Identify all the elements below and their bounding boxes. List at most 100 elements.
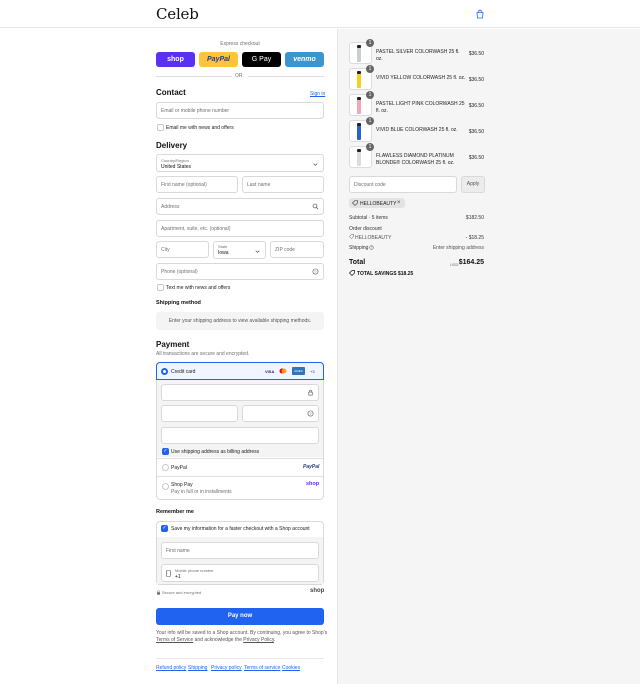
card-number-field[interactable]: [161, 384, 319, 401]
shop-first-name-field[interactable]: First name: [161, 542, 319, 559]
city-field[interactable]: City: [156, 241, 209, 258]
shop-pay-radio[interactable]: [162, 483, 169, 490]
shop-pay-button[interactable]: shop: [156, 52, 195, 67]
terms-of-service-footer-link[interactable]: Terms of service: [244, 665, 280, 671]
paypal-option-label[interactable]: PayPal: [171, 465, 187, 471]
zip-field[interactable]: ZIP code: [270, 241, 324, 258]
discount-value: - $18.25: [465, 235, 484, 241]
shop-pay-logo: shop: [167, 56, 184, 63]
mobile-value: +1: [175, 574, 181, 580]
help-icon[interactable]: ?: [307, 410, 314, 417]
billing-same-label: Use shipping address as billing address: [171, 449, 260, 455]
divider-right: [248, 76, 324, 77]
subtotal-value: $182.50: [465, 215, 484, 221]
discount-tag: HELLOBEAUTY ×: [349, 198, 405, 208]
total-savings-value: $18.25: [398, 271, 414, 277]
state-select[interactable]: State Iowa: [213, 241, 266, 259]
more-cards-badge: +3: [310, 369, 315, 374]
zip-placeholder: ZIP code: [275, 247, 295, 253]
product-price: $36.50: [468, 155, 484, 161]
billing-same-checkbox[interactable]: ✓: [162, 448, 169, 455]
product-image: [357, 150, 361, 166]
paypal-radio[interactable]: [162, 464, 169, 471]
divider: [157, 458, 323, 459]
contact-heading: Contact: [156, 88, 186, 97]
product-price: $36.50: [468, 129, 484, 135]
privacy-policy-link[interactable]: Privacy Policy: [243, 637, 274, 643]
lock-icon: [308, 389, 313, 396]
legal-text: Your info will be saved to a Shop accoun…: [156, 630, 328, 636]
first-name-placeholder: First name (optional): [161, 182, 207, 188]
sign-in-link[interactable]: Sign in: [310, 91, 325, 97]
paypal-logo: PayPal: [207, 56, 230, 63]
or-divider-text: OR: [235, 73, 243, 79]
legal-text-line2: Terms of Service and acknowledge the Pri…: [156, 637, 275, 643]
save-info-checkbox[interactable]: ✓: [161, 525, 168, 532]
address-field[interactable]: Address: [156, 198, 324, 215]
state-value: Iowa: [218, 250, 229, 256]
phone-field[interactable]: Phone (optional) ?: [156, 263, 324, 280]
express-checkout-label: Express checkout: [220, 41, 260, 47]
shipping-method-message: Enter your shipping address to view avai…: [168, 318, 312, 324]
security-code-field[interactable]: ?: [242, 405, 319, 422]
text-news-label: Text me with news and offers: [166, 285, 231, 291]
google-pay-logo: G Pay: [251, 56, 272, 63]
shop-pay-option-label[interactable]: Shop Pay: [171, 482, 193, 488]
mobile-phone-field[interactable]: Mobile phone number +1: [161, 564, 319, 582]
pay-now-button[interactable]: Pay now: [156, 608, 324, 625]
email-placeholder: Email or mobile phone number: [161, 108, 230, 114]
shipping-value: Enter shipping address: [432, 245, 484, 251]
last-name-field[interactable]: Last name: [242, 176, 324, 193]
shipping-method-panel: Enter your shipping address to view avai…: [156, 312, 324, 330]
visa-icon: VISA: [265, 369, 275, 374]
product-image-cap: [357, 97, 361, 100]
legal-text-end: .: [274, 637, 276, 643]
credit-card-option[interactable]: Credit card VISA AMEX +3: [156, 362, 324, 380]
product-price: $36.50: [468, 77, 484, 83]
close-icon[interactable]: ×: [397, 200, 401, 206]
remember-me-heading: Remember me: [156, 509, 194, 515]
venmo-logo: venmo: [293, 56, 316, 63]
email-field[interactable]: Email or mobile phone number: [156, 102, 324, 119]
help-icon[interactable]: ?: [312, 268, 319, 275]
country-select[interactable]: Country/Region United States: [156, 154, 324, 172]
discount-code-field[interactable]: Discount code: [349, 176, 457, 193]
tag-icon: [349, 270, 355, 276]
chevron-down-icon: [255, 250, 260, 253]
help-icon[interactable]: ?: [369, 245, 374, 250]
cookies-link[interactable]: Cookies: [282, 665, 300, 671]
expiration-field[interactable]: [161, 405, 238, 422]
footer-divider: [156, 658, 324, 659]
product-image: [357, 46, 361, 62]
product-image-cap: [357, 71, 361, 74]
product-price: $36.50: [468, 51, 484, 57]
refund-policy-link[interactable]: Refund policy: [156, 665, 186, 671]
quantity-badge: 1: [366, 39, 374, 47]
currency-label: USD: [450, 262, 459, 267]
shop-pay-subtitle: Pay in full or in installments: [171, 489, 232, 495]
text-news-checkbox[interactable]: [157, 284, 164, 291]
apply-discount-button[interactable]: Apply: [461, 176, 485, 193]
shopping-bag-icon[interactable]: [475, 9, 485, 19]
google-pay-button[interactable]: G Pay: [242, 52, 281, 67]
paypal-button[interactable]: PayPal: [199, 52, 238, 67]
privacy-policy-footer-link[interactable]: Privacy policy: [211, 665, 242, 671]
order-discount-label: Order discount: [349, 226, 382, 232]
store-logo[interactable]: Celeb: [156, 5, 199, 23]
apartment-placeholder: Apartment, suite, etc. (optional): [161, 226, 231, 232]
first-name-field[interactable]: First name (optional): [156, 176, 238, 193]
product-price: $36.50: [468, 103, 484, 109]
divider-left: [156, 76, 232, 77]
name-on-card-field[interactable]: [161, 427, 319, 444]
apartment-field[interactable]: Apartment, suite, etc. (optional): [156, 220, 324, 237]
email-news-checkbox[interactable]: [157, 124, 164, 131]
terms-of-service-link[interactable]: Terms of Service: [156, 637, 193, 643]
venmo-button[interactable]: venmo: [285, 52, 324, 67]
mobile-label: Mobile phone number: [175, 568, 214, 573]
amex-icon: AMEX: [292, 367, 305, 375]
search-icon: [312, 203, 319, 210]
credit-card-radio[interactable]: [161, 368, 168, 375]
product-image: [357, 98, 361, 114]
shipping-policy-link[interactable]: Shipping: [188, 665, 207, 671]
shop-first-name-placeholder: First name: [166, 548, 190, 554]
